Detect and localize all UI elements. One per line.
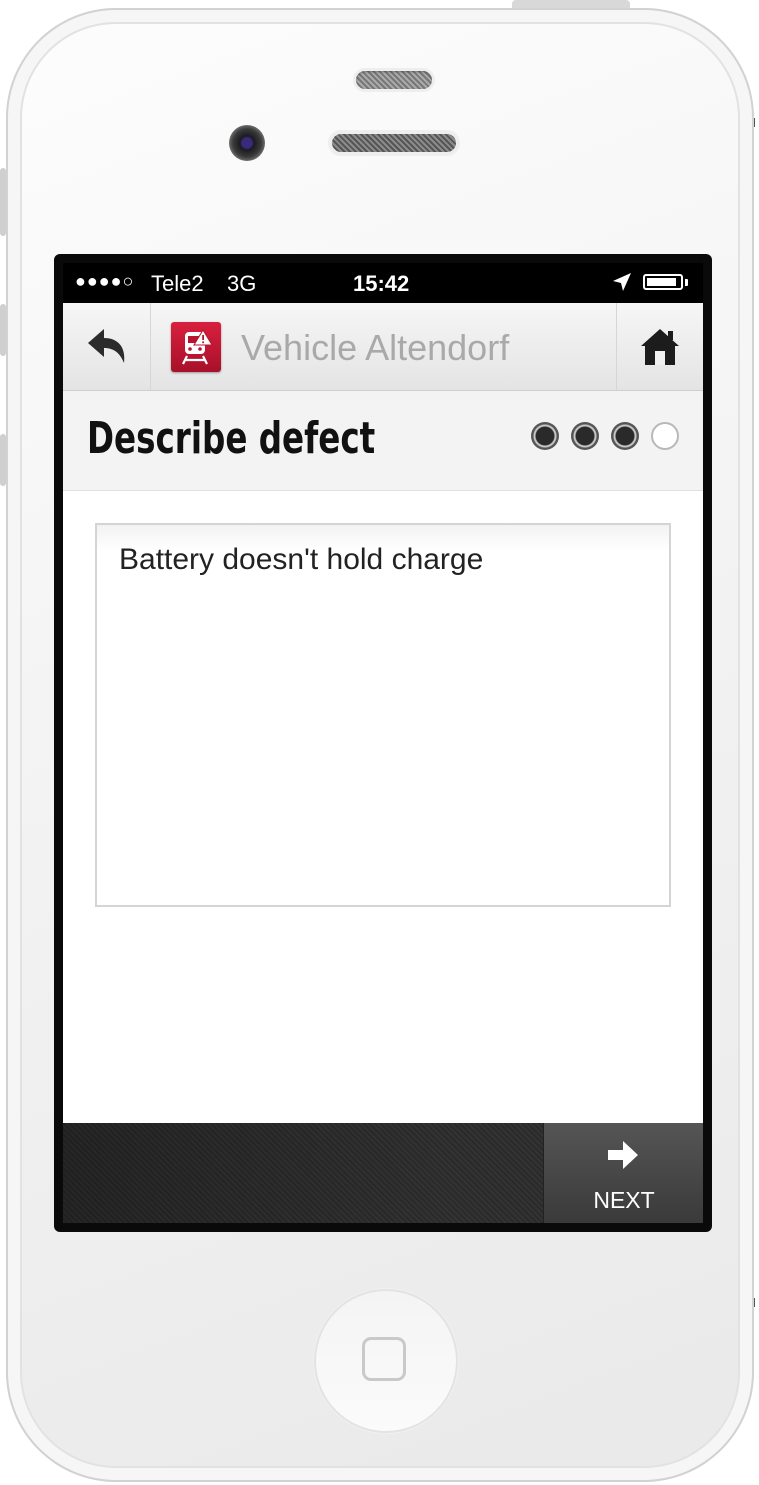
home-button[interactable] (616, 303, 703, 390)
next-button[interactable]: NEXT (543, 1123, 703, 1223)
battery-icon (643, 274, 683, 290)
battery-level (647, 278, 676, 286)
page-title: Vehicle Altendorf (241, 327, 510, 368)
home-square-icon (362, 1337, 406, 1381)
navigation-bar: Vehicle Altendorf (63, 303, 703, 391)
signal-strength: ●●●●○ (75, 271, 135, 291)
status-bar: ●●●●○ Tele2 3G 15:42 (63, 263, 703, 303)
hardware-home-button[interactable] (314, 1289, 458, 1433)
progress-dot-complete (531, 422, 559, 450)
network-type: 3G (227, 271, 257, 296)
volume-down-button (0, 434, 6, 486)
back-button[interactable] (63, 303, 151, 390)
mute-switch (0, 168, 6, 236)
step-header: Describe defect (63, 391, 703, 491)
sensor-grille (356, 71, 432, 89)
home-icon (641, 328, 679, 365)
content-area (63, 491, 703, 1123)
volume-up-button (0, 304, 6, 356)
progress-dot-pending (651, 422, 679, 450)
arrow-right-icon (608, 1141, 638, 1169)
bottom-toolbar: NEXT (63, 1123, 703, 1223)
carrier-name: Tele2 (151, 271, 204, 296)
progress-dot-complete (571, 422, 599, 450)
battery-tip (685, 279, 688, 286)
back-arrow-icon (87, 328, 124, 363)
progress-dot-complete (611, 422, 639, 450)
train-warning-icon (171, 322, 221, 372)
location-arrow-icon (613, 273, 631, 291)
next-label: NEXT (593, 1187, 655, 1213)
earpiece-speaker (332, 134, 456, 152)
defect-description-input[interactable] (95, 523, 671, 907)
app-screen: ●●●●○ Tele2 3G 15:42 Vehicle Altendorf D… (63, 263, 703, 1223)
status-time: 15:42 (353, 271, 410, 296)
front-camera (229, 125, 265, 161)
step-title: Describe defect (87, 413, 376, 464)
